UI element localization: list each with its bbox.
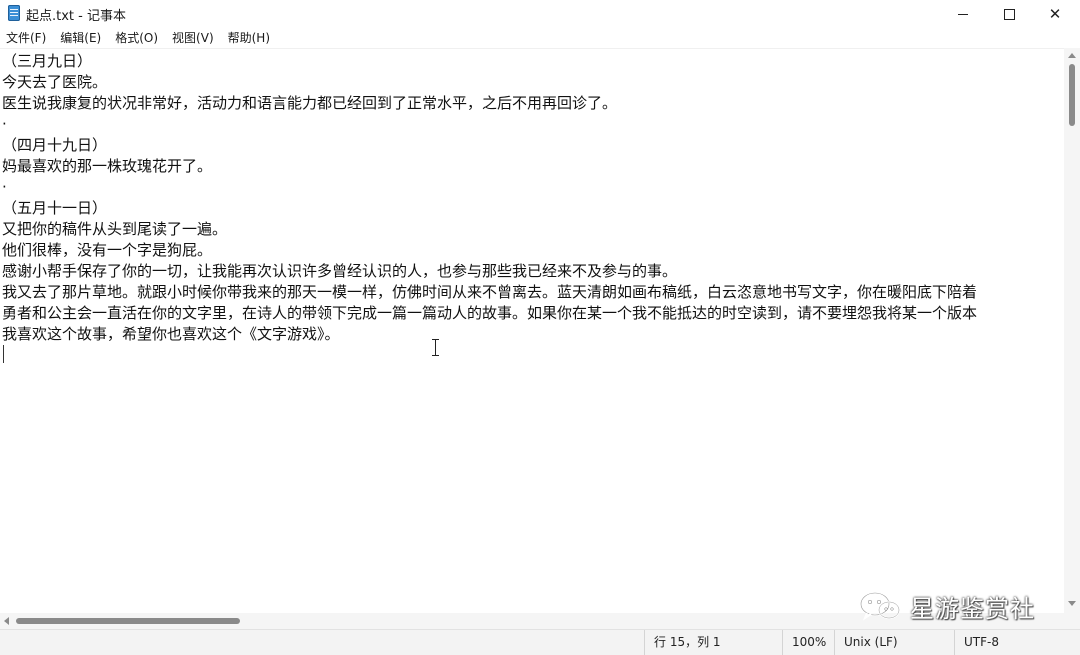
menu-file[interactable]: 文件(F) xyxy=(0,28,54,48)
title-bar[interactable]: 起点.txt - 记事本 ✕ xyxy=(0,0,1080,28)
menu-help[interactable]: 帮助(H) xyxy=(222,28,278,48)
text-line: 今天去了医院。 xyxy=(2,73,108,91)
close-button[interactable]: ✕ xyxy=(1032,0,1078,28)
text-caret xyxy=(3,345,4,363)
document-text: （三月九日） 今天去了医院。 医生说我康复的状况非常好，活动力和语言能力都已经回… xyxy=(2,51,1060,345)
text-line: 医生说我康复的状况非常好，活动力和语言能力都已经回到了正常水平，之后不用再回诊了… xyxy=(2,94,618,112)
menu-edit[interactable]: 编辑(E) xyxy=(54,28,109,48)
text-line: 我喜欢这个故事，希望你也喜欢这个《文字游戏》。 xyxy=(2,325,340,343)
text-line: · xyxy=(2,178,7,196)
text-line: 他们很棒，没有一个字是狗屁。 xyxy=(2,241,213,259)
horizontal-scroll-thumb[interactable] xyxy=(16,618,240,624)
text-line: 勇者和公主会一直活在你的文字里，在诗人的带领下完成一篇一篇动人的故事。如果你在某… xyxy=(2,304,978,322)
maximize-button[interactable] xyxy=(986,0,1032,28)
minimize-icon xyxy=(958,13,968,15)
vertical-scrollbar[interactable] xyxy=(1064,48,1080,613)
text-editor[interactable]: （三月九日） 今天去了医院。 医生说我康复的状况非常好，活动力和语言能力都已经回… xyxy=(0,48,1064,614)
text-line: 妈最喜欢的那一株玫瑰花开了。 xyxy=(2,157,213,175)
text-line: （三月九日） xyxy=(2,52,93,70)
cursor-position: 行 15，列 1 xyxy=(644,630,782,655)
scroll-left-arrow-icon[interactable] xyxy=(4,617,9,625)
maximize-icon xyxy=(1003,8,1015,20)
window-title: 起点.txt - 记事本 xyxy=(26,9,126,24)
menu-format[interactable]: 格式(O) xyxy=(109,28,166,48)
text-line: 感谢小帮手保存了你的一切，让我能再次认识许多曾经认识的人，也参与那些我已经来不及… xyxy=(2,262,678,280)
notepad-app-icon xyxy=(8,5,20,21)
scroll-down-arrow-icon[interactable] xyxy=(1068,601,1076,606)
status-bar: 行 15，列 1 100% Unix (LF) UTF-8 xyxy=(0,629,1080,655)
text-line: 我又去了那片草地。就跟小时候你带我来的那天一模一样，仿佛时间从来不曾离去。蓝天清… xyxy=(2,283,978,301)
wechat-logo-icon xyxy=(859,591,900,621)
watermark-text: 星游鉴赏社 xyxy=(910,594,1035,623)
menu-bar: 文件(F) 编辑(E) 格式(O) 视图(V) 帮助(H) xyxy=(0,28,1080,48)
line-ending: Unix (LF) xyxy=(834,630,954,655)
close-icon: ✕ xyxy=(1048,4,1062,23)
text-line: （四月十九日） xyxy=(2,136,108,154)
zoom-level: 100% xyxy=(782,630,834,655)
text-line: 又把你的稿件从头到尾读了一遍。 xyxy=(2,220,228,238)
vertical-scroll-thumb[interactable] xyxy=(1069,64,1075,126)
watermark: 星游鉴赏社 xyxy=(858,588,1035,624)
encoding: UTF-8 xyxy=(954,630,1080,655)
notepad-window: 起点.txt - 记事本 ✕ 文件(F) 编辑(E) 格式(O) 视图(V) 帮… xyxy=(0,0,1080,655)
menu-view[interactable]: 视图(V) xyxy=(166,28,222,48)
minimize-button[interactable] xyxy=(940,0,986,28)
text-line: · xyxy=(2,115,7,133)
text-line: （五月十一日） xyxy=(2,199,108,217)
ibeam-cursor-icon xyxy=(431,339,440,356)
scroll-up-arrow-icon[interactable] xyxy=(1068,53,1076,58)
